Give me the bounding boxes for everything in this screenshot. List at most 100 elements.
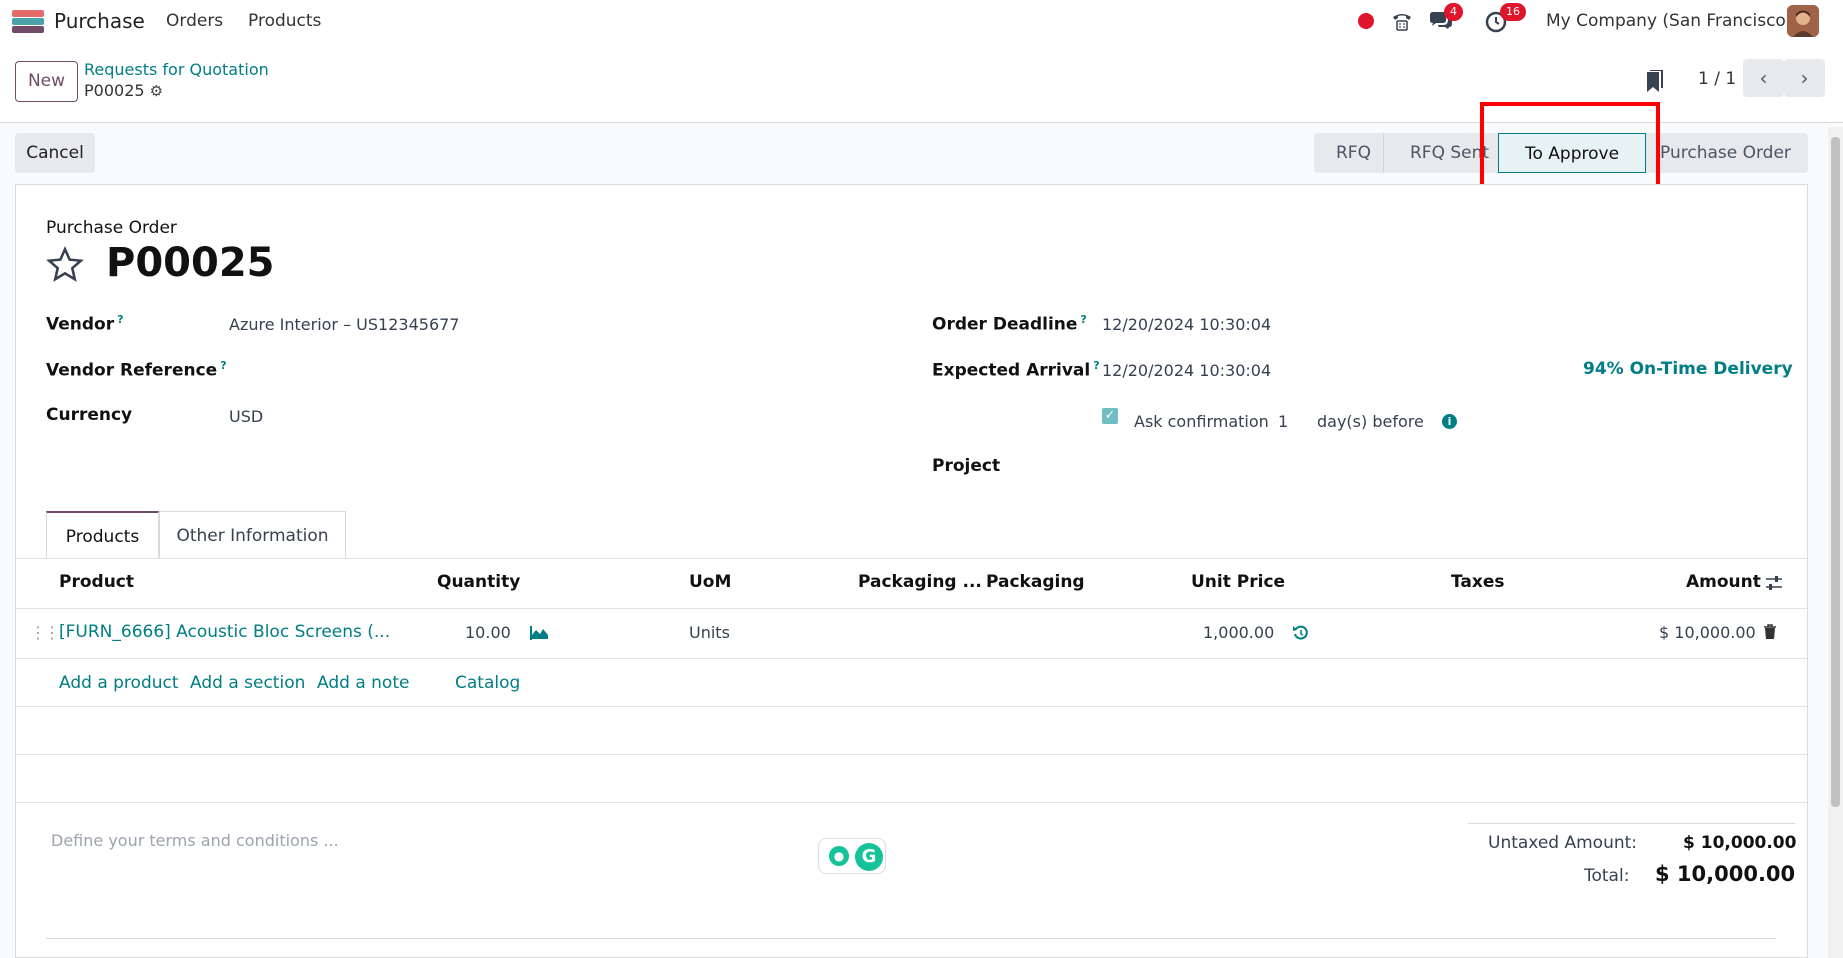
app-menu-icon[interactable] [12, 10, 44, 33]
breadcrumb-rfq[interactable]: Requests for Quotation [84, 60, 269, 79]
project-field[interactable] [1102, 452, 1762, 480]
currency-field[interactable]: USD [229, 407, 263, 426]
breadcrumb-current: P00025 ⚙ [84, 81, 163, 100]
column-settings-icon[interactable] [1765, 574, 1783, 592]
tab-other-information[interactable]: Other Information [159, 511, 346, 559]
messages-button[interactable]: 4 [1428, 3, 1463, 33]
unit-price-cell[interactable]: 1,000.00 [1203, 623, 1274, 642]
row-divider [16, 754, 1807, 755]
app-name[interactable]: Purchase [54, 9, 145, 33]
grammarly-widget[interactable]: ● G [818, 838, 886, 874]
forecast-chart-icon[interactable] [530, 625, 550, 641]
tab-products[interactable]: Products [46, 511, 159, 559]
days-before-label: day(s) before [1317, 412, 1424, 431]
total-value: $ 10,000.00 [1655, 862, 1796, 886]
col-uom[interactable]: UoM [689, 572, 731, 592]
gear-icon[interactable]: ⚙ [150, 82, 163, 100]
document-number: P00025 [106, 240, 275, 286]
check-icon: ✓ [1104, 408, 1116, 423]
star-icon[interactable] [45, 246, 85, 284]
vendor-field[interactable]: Azure Interior – US12345677 [229, 315, 459, 334]
total-label: Total: [1584, 866, 1630, 886]
help-icon[interactable]: ? [1080, 313, 1086, 326]
expected-arrival-field[interactable]: 12/20/2024 10:30:04 [1102, 361, 1271, 380]
col-quantity[interactable]: Quantity [437, 572, 520, 592]
ask-confirmation-days-field[interactable]: 1 [1278, 412, 1288, 431]
drag-handle-icon[interactable]: ⋮⋮ [30, 623, 60, 642]
add-note-link[interactable]: Add a note [317, 673, 409, 693]
activities-badge: 16 [1500, 3, 1526, 21]
pager-next-button[interactable]: › [1784, 59, 1825, 97]
quantity-cell[interactable]: 10.00 [465, 623, 511, 642]
stage-divider [1383, 133, 1384, 173]
company-switcher[interactable]: My Company (San Francisco) [1546, 11, 1792, 31]
chevron-right-icon: › [1800, 66, 1809, 90]
user-avatar[interactable] [1787, 5, 1819, 37]
lightbulb-icon[interactable]: ● [829, 846, 849, 866]
row-divider [16, 802, 1807, 803]
grammarly-icon[interactable]: G [855, 843, 883, 871]
project-label: Project [932, 456, 1001, 476]
chevron-left-icon: ‹ [1759, 66, 1768, 90]
pager-value[interactable]: 1 / 1 [1698, 69, 1736, 89]
terms-field[interactable]: Define your terms and conditions ... [51, 831, 339, 850]
header-divider [16, 608, 1807, 609]
add-product-link[interactable]: Add a product [59, 673, 179, 693]
col-amount[interactable]: Amount [1686, 572, 1761, 592]
col-packaging[interactable]: Packaging [986, 572, 1085, 592]
help-icon[interactable]: ? [220, 359, 226, 372]
vendor-reference-field[interactable] [229, 355, 869, 383]
stage-rfq[interactable]: RFQ [1336, 133, 1371, 173]
untaxed-amount-label: Untaxed Amount: [1488, 833, 1638, 853]
row-divider [16, 706, 1807, 707]
stage-rfq-sent[interactable]: RFQ Sent [1410, 133, 1489, 173]
phone-icon[interactable] [1390, 9, 1414, 33]
expected-arrival-label-text: Expected Arrival [932, 360, 1091, 381]
help-icon[interactable]: ? [117, 313, 123, 326]
info-icon[interactable]: i [1442, 414, 1457, 429]
totals-divider [1468, 823, 1795, 824]
product-link[interactable]: [FURN_6666] Acoustic Bloc Screens (... [59, 622, 390, 642]
new-button[interactable]: New [15, 61, 78, 102]
ask-confirmation-checkbox[interactable]: ✓ [1102, 408, 1118, 424]
document-type: Purchase Order [46, 218, 177, 238]
menu-orders[interactable]: Orders [166, 11, 223, 31]
col-product[interactable]: Product [59, 572, 134, 592]
menu-products[interactable]: Products [248, 11, 321, 31]
order-deadline-label-text: Order Deadline [932, 314, 1078, 335]
col-taxes[interactable]: Taxes [1451, 572, 1505, 592]
bookmark-icon[interactable] [1644, 70, 1664, 94]
untaxed-amount-value: $ 10,000.00 [1683, 833, 1797, 853]
scrollbar-thumb[interactable] [1831, 137, 1840, 807]
catalog-link[interactable]: Catalog [455, 673, 520, 693]
stage-purchase-order[interactable]: Purchase Order [1660, 133, 1791, 173]
breadcrumb-current-label: P00025 [84, 81, 145, 100]
col-unit-price[interactable]: Unit Price [1191, 572, 1285, 592]
tab-divider [16, 558, 1807, 559]
ask-confirmation-label: Ask confirmation [1134, 412, 1269, 431]
uom-cell[interactable]: Units [689, 623, 730, 642]
add-section-link[interactable]: Add a section [190, 673, 305, 693]
help-icon[interactable]: ? [1093, 359, 1099, 372]
cancel-button[interactable]: Cancel [15, 133, 95, 173]
reset-price-icon[interactable] [1292, 624, 1310, 642]
vendor-label-text: Vendor [46, 314, 115, 335]
pager-previous-button[interactable]: ‹ [1743, 59, 1784, 97]
row-divider [16, 658, 1807, 659]
trash-icon[interactable] [1763, 624, 1777, 640]
col-packaging-qty[interactable]: Packaging ... [858, 572, 982, 592]
recording-dot-icon[interactable] [1358, 13, 1374, 29]
activities-button[interactable]: 16 [1484, 3, 1526, 33]
messages-badge: 4 [1444, 3, 1463, 21]
expected-arrival-label: Expected Arrival? [932, 359, 1100, 381]
order-deadline-field[interactable]: 12/20/2024 10:30:04 [1102, 315, 1271, 334]
currency-label: Currency [46, 405, 133, 425]
footer-divider [46, 938, 1776, 939]
vendor-label: Vendor? [46, 313, 123, 335]
on-time-delivery-link[interactable]: 94% On-Time Delivery [1583, 359, 1793, 379]
avatar-icon [1787, 5, 1819, 37]
vendor-reference-label-text: Vendor Reference [46, 360, 218, 381]
vendor-reference-label: Vendor Reference? [46, 359, 227, 381]
top-navbar: Purchase Orders Products 4 16 My Company… [0, 0, 1843, 42]
page-scrollbar[interactable] [1828, 127, 1843, 958]
